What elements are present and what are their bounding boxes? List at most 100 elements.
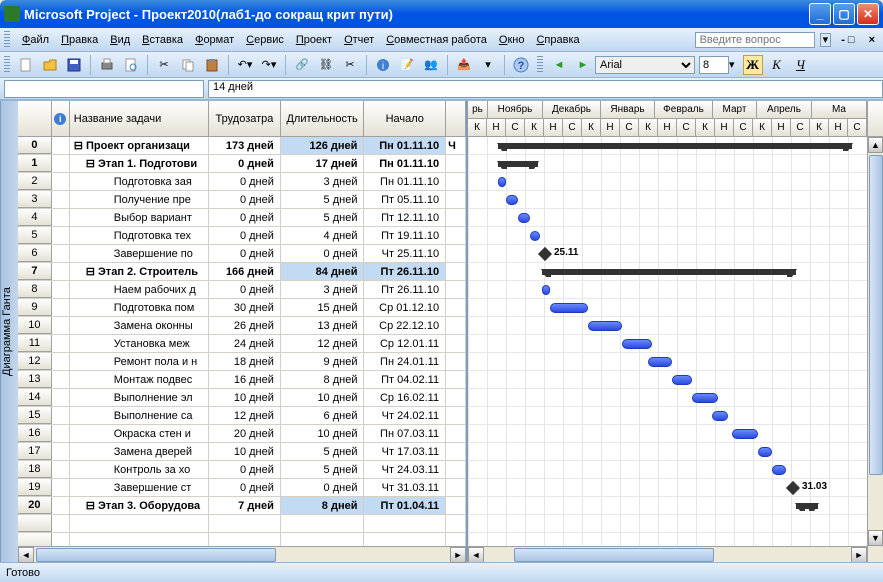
menu-проект[interactable]: Проект [290, 31, 338, 49]
underline-button[interactable]: Ч [791, 55, 811, 75]
help-button[interactable]: ? [510, 54, 532, 76]
menu-вставка[interactable]: Вставка [136, 31, 189, 49]
row-number[interactable]: 14 [18, 389, 52, 406]
start-cell[interactable]: Ср 01.12.10 [364, 299, 446, 316]
week-header[interactable]: С [848, 119, 867, 136]
work-cell[interactable]: 173 дней [209, 137, 281, 154]
work-cell[interactable]: 18 дней [209, 353, 281, 370]
gantt-body[interactable]: 25.1131.03 [468, 137, 867, 546]
table-row[interactable]: 0⊟Проект организаци173 дней126 днейПн 01… [18, 137, 466, 155]
gantt-row[interactable] [468, 227, 867, 245]
task-name-cell[interactable]: Монтаж подвес [70, 371, 210, 388]
work-cell[interactable]: 0 дней [209, 461, 281, 478]
task-name-cell[interactable]: Контроль за хо [70, 461, 210, 478]
work-cell[interactable]: 0 дней [209, 191, 281, 208]
gantt-row[interactable] [468, 317, 867, 335]
group-button[interactable]: ▾ [477, 54, 499, 76]
partial-cell[interactable] [446, 209, 466, 226]
partial-cell[interactable] [446, 335, 466, 352]
row-number[interactable]: 10 [18, 317, 52, 334]
scroll-thumb[interactable] [869, 155, 883, 475]
duration-cell[interactable]: 5 дней [281, 443, 365, 460]
task-name-cell[interactable]: Завершение по [70, 245, 210, 262]
duration-cell[interactable]: 8 дней [281, 497, 365, 514]
task-bar[interactable] [498, 177, 506, 187]
save-button[interactable] [63, 54, 85, 76]
duration-header[interactable]: Длительность [281, 101, 365, 136]
task-name-cell[interactable]: Наем рабочих д [70, 281, 210, 298]
task-name-cell[interactable]: ⊟Этап 1. Подготови [70, 155, 209, 172]
task-name-cell[interactable]: ⊟Этап 2. Строитель [70, 263, 209, 280]
partial-cell[interactable] [446, 497, 466, 514]
partial-cell[interactable] [446, 317, 466, 334]
row-number[interactable]: 4 [18, 209, 52, 226]
task-name-cell[interactable]: Выбор вариант [70, 209, 210, 226]
copy-button[interactable] [177, 54, 199, 76]
nav-prev-button[interactable]: ◄ [548, 54, 570, 76]
gantt-hscroll[interactable]: ◄ ► [468, 546, 867, 562]
row-number[interactable]: 11 [18, 335, 52, 352]
task-name-cell[interactable]: Подготовка зая [70, 173, 210, 190]
ask-question-box[interactable]: ▾ [695, 32, 832, 48]
task-name-cell[interactable]: Выполнение са [70, 407, 210, 424]
partial-cell[interactable] [446, 263, 466, 280]
print-preview-button[interactable] [120, 54, 142, 76]
task-name-cell[interactable]: Получение пре [70, 191, 210, 208]
gantt-row[interactable] [468, 137, 867, 155]
row-number[interactable]: 19 [18, 479, 52, 496]
start-cell[interactable]: Ср 12.01.11 [364, 335, 446, 352]
start-cell[interactable]: Пт 04.02.11 [364, 371, 446, 388]
gantt-row[interactable] [468, 353, 867, 371]
partial-cell[interactable] [446, 389, 466, 406]
month-header[interactable]: рь [468, 101, 488, 118]
scroll-left-button[interactable]: ◄ [18, 547, 34, 563]
scroll-right-button[interactable]: ► [450, 547, 466, 563]
cell-value-box[interactable]: 14 дней [208, 80, 883, 98]
table-row[interactable]: 2Подготовка зая0 дней3 днейПн 01.11.10 [18, 173, 466, 191]
ask-question-input[interactable] [695, 32, 815, 48]
row-number[interactable]: 9 [18, 299, 52, 316]
gantt-row[interactable] [468, 155, 867, 173]
table-row[interactable]: 12Ремонт пола и н18 дней9 днейПн 24.01.1… [18, 353, 466, 371]
table-row[interactable]: 16Окраска стен и20 дней10 днейПн 07.03.1… [18, 425, 466, 443]
week-header[interactable]: С [677, 119, 696, 136]
scroll-thumb[interactable] [36, 548, 276, 562]
info-cell[interactable] [52, 173, 70, 190]
work-cell[interactable]: 0 дней [209, 281, 281, 298]
row-number[interactable]: 15 [18, 407, 52, 424]
task-name-cell[interactable]: Замена оконны [70, 317, 210, 334]
menu-справка[interactable]: Справка [530, 31, 585, 49]
week-header[interactable]: Н [715, 119, 734, 136]
name-header[interactable]: Название задачи [70, 101, 209, 136]
gantt-row[interactable] [468, 461, 867, 479]
partial-cell[interactable] [446, 461, 466, 478]
info-cell[interactable] [52, 191, 70, 208]
print-button[interactable] [96, 54, 118, 76]
duration-cell[interactable]: 5 дней [281, 209, 365, 226]
row-number[interactable]: 17 [18, 443, 52, 460]
partial-cell[interactable] [446, 245, 466, 262]
start-cell[interactable]: Пт 19.11.10 [364, 227, 446, 244]
gantt-row[interactable] [468, 263, 867, 281]
font-select[interactable]: Arial [595, 56, 695, 74]
start-cell[interactable]: Пн 24.01.11 [364, 353, 446, 370]
start-cell[interactable]: Ср 22.12.10 [364, 317, 446, 334]
task-info-button[interactable]: i [372, 54, 394, 76]
start-cell[interactable]: Пт 01.04.11 [364, 497, 446, 514]
gantt-row[interactable] [468, 173, 867, 191]
duration-cell[interactable]: 6 дней [281, 407, 365, 424]
partial-cell[interactable] [446, 155, 466, 172]
gantt-row[interactable]: 31.03 [468, 479, 867, 497]
info-cell[interactable] [52, 497, 70, 514]
menu-отчет[interactable]: Отчет [338, 31, 380, 49]
undo-button[interactable]: ↶▾ [234, 54, 256, 76]
partial-cell[interactable] [446, 353, 466, 370]
week-header[interactable]: Н [487, 119, 506, 136]
info-cell[interactable] [52, 335, 70, 352]
info-cell[interactable] [52, 209, 70, 226]
month-header[interactable]: Декабрь [543, 101, 601, 118]
partial-cell[interactable] [446, 191, 466, 208]
task-bar[interactable] [518, 213, 530, 223]
info-cell[interactable] [52, 281, 70, 298]
partial-cell[interactable]: Ч [446, 137, 466, 154]
